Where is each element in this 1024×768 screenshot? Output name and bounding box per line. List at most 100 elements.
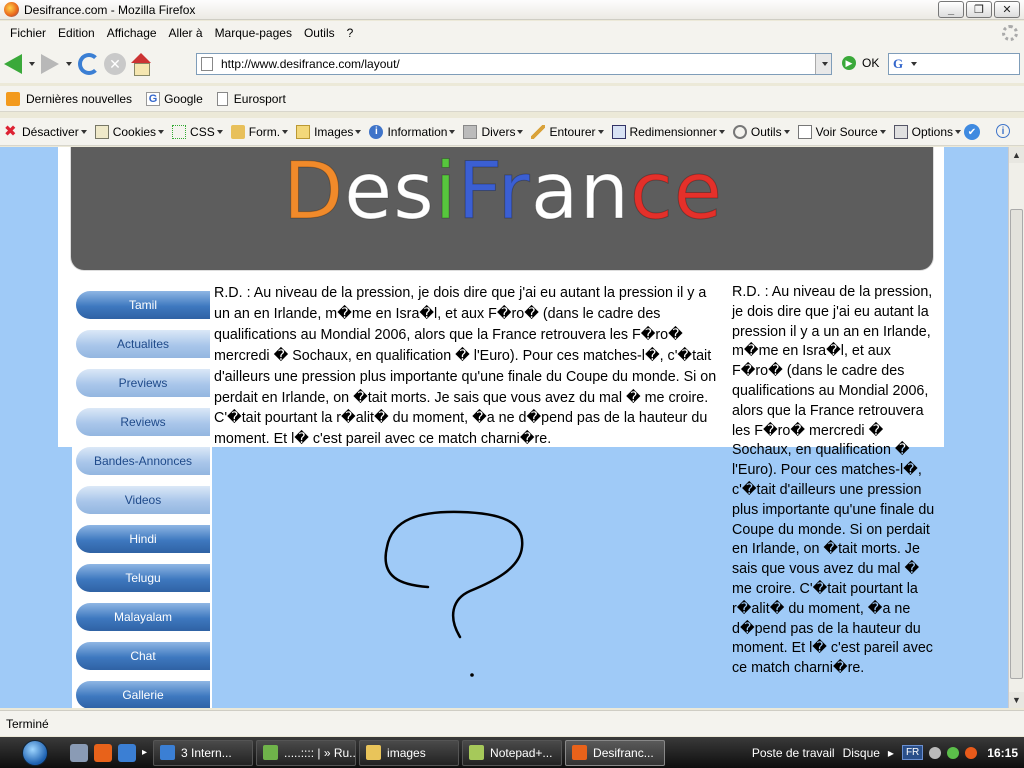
sidebar-item-previews[interactable]: Previews bbox=[76, 369, 210, 397]
dev-label: CSS bbox=[190, 124, 215, 139]
dev-desactiver[interactable]: ✖ Désactiver bbox=[4, 124, 87, 139]
forward-button[interactable] bbox=[41, 49, 59, 79]
vertical-scrollbar[interactable]: ▲ ▼ bbox=[1008, 147, 1024, 708]
tray-network-icon[interactable] bbox=[929, 746, 942, 759]
tray-messenger-icon[interactable] bbox=[947, 746, 960, 759]
menu-outils[interactable]: Outils bbox=[298, 26, 341, 40]
url-history-dropdown[interactable] bbox=[815, 54, 831, 74]
dev-label: Outils bbox=[750, 124, 782, 139]
go-button[interactable]: ▶ OK bbox=[842, 56, 879, 70]
sidebar-item-chat[interactable]: Chat bbox=[76, 642, 210, 670]
google-icon: G bbox=[146, 91, 161, 106]
logo-letter: r bbox=[497, 147, 531, 237]
scrollbar-thumb[interactable] bbox=[1010, 209, 1023, 679]
dev-label: Divers bbox=[481, 124, 516, 139]
quicklaunch-firefox-icon[interactable] bbox=[94, 743, 112, 762]
dev-form[interactable]: Form. bbox=[230, 124, 289, 139]
dropdown-icon bbox=[355, 129, 362, 134]
logo-letter: c bbox=[630, 147, 674, 237]
taskbar-button[interactable]: .....:::: | » Ru... bbox=[256, 739, 357, 766]
quicklaunch-ie-icon[interactable] bbox=[118, 743, 136, 762]
quicklaunch-more-icon[interactable]: ▸ bbox=[142, 747, 147, 758]
site-header: DesiFrance bbox=[70, 147, 934, 271]
forward-history-dropdown[interactable] bbox=[66, 62, 72, 66]
about-info-icon[interactable]: i bbox=[996, 124, 1010, 138]
maximize-button[interactable]: ❐ bbox=[966, 1, 992, 18]
start-button[interactable] bbox=[0, 737, 70, 768]
bookmark-dernieres-nouvelles[interactable]: Dernières nouvelles bbox=[6, 91, 133, 106]
scroll-up-icon[interactable]: ▲ bbox=[1009, 147, 1024, 163]
dev-css[interactable]: CSS bbox=[172, 124, 223, 139]
dev-label: Entourer bbox=[549, 124, 596, 139]
minimize-button[interactable]: _ bbox=[938, 1, 964, 18]
page-viewport: DesiFrance Tamil Actualites Previews Review… bbox=[0, 147, 1008, 708]
language-indicator[interactable]: FR bbox=[901, 745, 924, 760]
site-logo[interactable]: DesiFrance bbox=[71, 147, 935, 237]
status-bar: Terminé bbox=[0, 710, 1024, 736]
sidebar-item-videos[interactable]: Videos bbox=[76, 486, 210, 514]
back-button[interactable] bbox=[4, 49, 22, 79]
menu-aller[interactable]: Aller à bbox=[163, 26, 209, 40]
taskbar-button[interactable]: 3 Intern... bbox=[153, 739, 254, 766]
stop-icon: ✕ bbox=[104, 53, 126, 75]
dropdown-icon bbox=[158, 129, 165, 134]
task-app-icon bbox=[469, 745, 485, 760]
url-input[interactable]: http://www.desifrance.com/layout/ bbox=[221, 57, 815, 71]
dev-label: Voir Source bbox=[815, 124, 878, 139]
sidebar-item-hindi[interactable]: Hindi bbox=[76, 525, 210, 553]
task-label: Desifranc... bbox=[593, 745, 654, 760]
menu-marque-pages[interactable]: Marque-pages bbox=[209, 26, 298, 40]
sidebar-item-actualites[interactable]: Actualites bbox=[76, 330, 210, 358]
dev-cookies[interactable]: Cookies bbox=[94, 124, 165, 139]
google-search-icon[interactable]: G bbox=[893, 56, 909, 72]
tray-disk[interactable]: Disque bbox=[843, 746, 880, 760]
taskbar-button[interactable]: Notepad+... bbox=[462, 739, 563, 766]
dev-entourer[interactable]: Entourer bbox=[531, 124, 604, 139]
sidebar-item-telugu[interactable]: Telugu bbox=[76, 564, 210, 592]
scroll-down-icon[interactable]: ▼ bbox=[1009, 692, 1024, 708]
sidebar-item-gallerie[interactable]: Gallerie bbox=[76, 681, 210, 708]
search-engine-dropdown-icon[interactable] bbox=[911, 62, 917, 66]
sidebar-item-bandes-annonces[interactable]: Bandes-Annonces bbox=[76, 447, 210, 475]
dev-label: Désactiver bbox=[22, 124, 79, 139]
back-history-dropdown[interactable] bbox=[29, 62, 35, 66]
sidebar-item-tamil[interactable]: Tamil bbox=[76, 291, 210, 319]
forward-arrow-icon bbox=[41, 54, 59, 74]
sidebar-item-reviews[interactable]: Reviews bbox=[76, 408, 210, 436]
menu-edition[interactable]: Edition bbox=[52, 26, 101, 40]
cookie-icon bbox=[94, 124, 109, 139]
dev-outils[interactable]: Outils bbox=[732, 124, 790, 139]
url-bar[interactable]: http://www.desifrance.com/layout/ bbox=[196, 53, 832, 75]
close-button[interactable]: ✕ bbox=[994, 1, 1020, 18]
menu-affichage[interactable]: Affichage bbox=[101, 26, 163, 40]
dev-information[interactable]: i Information bbox=[369, 124, 456, 139]
reload-button[interactable] bbox=[78, 49, 100, 79]
dev-voir-source[interactable]: Voir Source bbox=[797, 124, 886, 139]
menu-fichier[interactable]: Fichier bbox=[4, 26, 52, 40]
stop-button[interactable]: ✕ bbox=[104, 49, 126, 79]
dev-redimensionner[interactable]: Redimensionner bbox=[611, 124, 725, 139]
dropdown-icon bbox=[517, 129, 524, 134]
menu-help[interactable]: ? bbox=[341, 26, 360, 40]
search-bar[interactable]: G bbox=[888, 53, 1020, 75]
taskbar-button[interactable]: images bbox=[359, 739, 460, 766]
bookmark-google[interactable]: G Google bbox=[146, 91, 203, 106]
tray-power-icon[interactable] bbox=[965, 746, 978, 759]
tray-desktop[interactable]: Poste de travail bbox=[752, 746, 835, 760]
quicklaunch-explorer-icon[interactable] bbox=[70, 743, 88, 762]
bookmark-label: Dernières nouvelles bbox=[26, 91, 133, 106]
validate-check-icon[interactable]: ✔ bbox=[964, 124, 980, 140]
source-icon bbox=[797, 124, 812, 139]
sidebar-item-malayalam[interactable]: Malayalam bbox=[76, 603, 210, 631]
dev-options[interactable]: Options bbox=[893, 124, 961, 139]
sidebar-nav: Tamil Actualites Previews Reviews Bandes-Ann… bbox=[72, 281, 212, 708]
home-button[interactable] bbox=[130, 49, 152, 79]
tray-more-icon[interactable]: ▸ bbox=[888, 746, 894, 760]
dev-divers[interactable]: Divers bbox=[463, 124, 524, 139]
bookmark-eurosport[interactable]: Eurosport bbox=[216, 91, 286, 106]
title-bar: Desifrance.com - Mozilla Firefox _ ❐ ✕ bbox=[0, 0, 1024, 20]
taskbar-button[interactable]: Desifranc... bbox=[565, 739, 666, 766]
pencil-icon bbox=[531, 124, 546, 139]
dev-images[interactable]: Images bbox=[296, 124, 362, 139]
window-title: Desifrance.com - Mozilla Firefox bbox=[24, 2, 196, 17]
